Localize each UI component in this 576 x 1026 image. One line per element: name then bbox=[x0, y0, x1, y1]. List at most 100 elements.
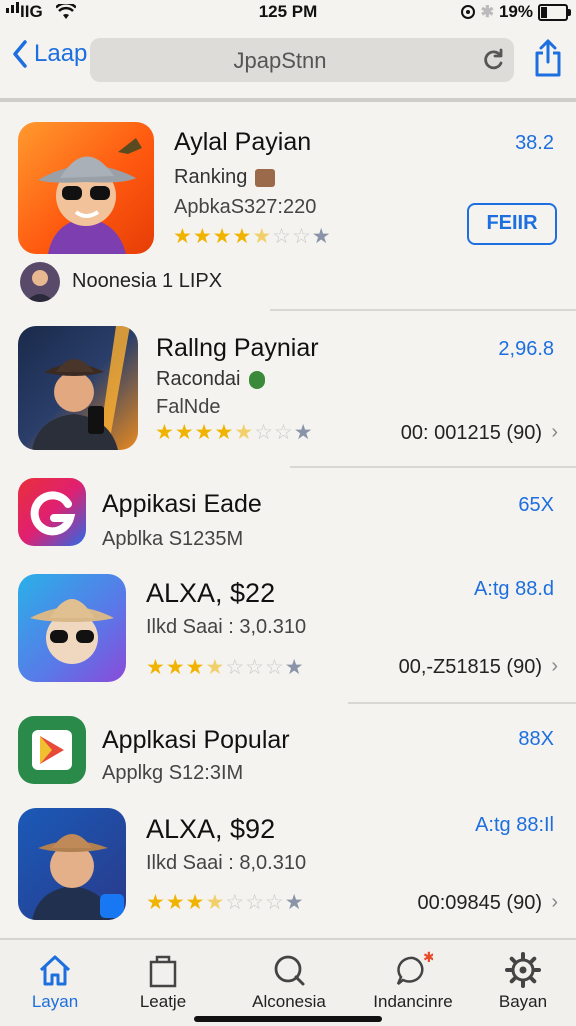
back-button[interactable]: Laap bbox=[12, 40, 87, 68]
star-icon: ★ bbox=[284, 656, 304, 679]
star-icon: ★ bbox=[192, 225, 212, 248]
chevron-right-icon[interactable]: › bbox=[551, 421, 558, 444]
chevron-left-icon bbox=[13, 40, 27, 68]
star-icon: ★ bbox=[146, 656, 165, 679]
svg-text:✱: ✱ bbox=[423, 950, 433, 966]
star-icon: ★ bbox=[293, 421, 313, 444]
tab-label: Leatje bbox=[139, 992, 187, 1011]
orientation-lock-icon bbox=[460, 5, 475, 19]
star-icon: ★ bbox=[185, 891, 205, 914]
tab-label: Layan bbox=[31, 992, 79, 1011]
section1-subtitle: Apblka S1235M bbox=[102, 528, 244, 550]
app-icon-item3[interactable] bbox=[18, 574, 126, 682]
moon-icon: ✱ bbox=[480, 4, 494, 21]
star-icon: ☆ bbox=[225, 656, 245, 679]
battery-percent: 19% bbox=[498, 2, 533, 21]
item4-title[interactable]: ALXA, $92 bbox=[146, 814, 275, 845]
leaf-icon bbox=[248, 370, 265, 389]
chat-icon: ✱ bbox=[396, 950, 433, 985]
app-icon-item2[interactable] bbox=[18, 326, 138, 450]
tab-label: Bayan bbox=[498, 992, 548, 1011]
divider bbox=[270, 309, 576, 311]
app-icon-featured[interactable] bbox=[18, 122, 154, 254]
star-icon: ☆ bbox=[264, 891, 284, 914]
star-icon: ★ bbox=[205, 891, 225, 914]
avatar[interactable] bbox=[20, 262, 60, 302]
section1-count: 65X bbox=[518, 494, 554, 516]
rating-stars: ★ ★ ★ ★ ★ ☆ ☆ ★ bbox=[173, 226, 331, 247]
featured-price: 38.2 bbox=[515, 132, 554, 154]
featured-title[interactable]: Aylal Payian bbox=[174, 128, 311, 157]
status-bar: IIG 125 PM ✱ 19% bbox=[0, 0, 576, 26]
star-icon: ☆ bbox=[273, 421, 293, 444]
address-bar[interactable]: JpapStnn bbox=[90, 38, 514, 82]
reload-icon[interactable] bbox=[480, 47, 506, 73]
section2-subtitle: Applkg S12:3IM bbox=[102, 762, 244, 784]
tab-label: Indancinre bbox=[373, 992, 453, 1011]
tab-label: Alconesia bbox=[252, 992, 326, 1011]
tab-bar: Layan Leatje Alconesia ✱ Indancinre Baya… bbox=[0, 938, 576, 1026]
get-button[interactable]: FEIIR bbox=[467, 203, 557, 245]
item2-subtitle: Racondai bbox=[156, 368, 241, 390]
star-icon: ★ bbox=[252, 225, 272, 248]
item2-price: 2,96.8 bbox=[498, 338, 554, 360]
app-icon-section1[interactable] bbox=[18, 478, 86, 546]
item4-meta: 00:09845 (90) bbox=[417, 892, 542, 914]
gift-icon bbox=[255, 168, 276, 187]
star-icon: ★ bbox=[232, 225, 252, 248]
featured-subtitle: Ranking bbox=[174, 166, 248, 188]
item2-title[interactable]: Rallng Payniar bbox=[156, 334, 319, 363]
section2-count: 88X bbox=[518, 728, 554, 750]
star-icon: ★ bbox=[212, 225, 232, 248]
nav-divider bbox=[0, 98, 576, 102]
item3-subtitle: Ilkd Saai : 3,0.310 bbox=[146, 616, 307, 638]
gear-icon bbox=[505, 952, 541, 988]
star-icon: ☆ bbox=[254, 421, 273, 444]
star-icon: ☆ bbox=[225, 891, 245, 914]
back-label: Laap bbox=[34, 40, 88, 67]
home-indicator bbox=[194, 1016, 382, 1022]
section1-title[interactable]: Appikasi Eade bbox=[102, 490, 262, 519]
star-icon: ☆ bbox=[245, 891, 264, 914]
url-text: JpapStnn bbox=[233, 48, 327, 73]
share-icon[interactable] bbox=[532, 38, 564, 78]
section2-title[interactable]: Applkasi Popular bbox=[102, 726, 290, 755]
item3-title[interactable]: ALXA, $22 bbox=[146, 578, 275, 609]
star-icon: ☆ bbox=[272, 225, 291, 248]
rating-stars: ★ ★ ★ ★ ☆ ☆ ☆ ★ bbox=[146, 892, 304, 913]
rating-stars: ★ ★ ★ ★ ★ ☆ ☆ ★ bbox=[155, 422, 313, 443]
featured-detail: ApbkaS327:220 bbox=[174, 196, 317, 218]
featured-footer: Noonesia 1 LIPX bbox=[72, 270, 223, 292]
star-icon: ★ bbox=[234, 421, 254, 444]
star-icon: ★ bbox=[146, 891, 165, 914]
star-icon: ★ bbox=[185, 656, 205, 679]
star-icon: ★ bbox=[214, 421, 234, 444]
item4-subtitle: Ilkd Saai : 8,0.310 bbox=[146, 852, 307, 874]
home-icon bbox=[39, 955, 71, 986]
item3-price: A:tg 88.d bbox=[473, 578, 554, 600]
divider bbox=[290, 466, 576, 468]
star-icon: ★ bbox=[165, 891, 185, 914]
star-icon: ★ bbox=[284, 891, 304, 914]
divider bbox=[348, 702, 576, 704]
bag-icon bbox=[149, 955, 177, 988]
search-icon bbox=[274, 955, 305, 986]
app-icon-section2[interactable] bbox=[18, 716, 86, 784]
star-icon: ☆ bbox=[245, 656, 264, 679]
star-icon: ★ bbox=[173, 225, 192, 248]
star-icon: ★ bbox=[155, 421, 174, 444]
rating-stars: ★ ★ ★ ★ ☆ ☆ ☆ ★ bbox=[146, 657, 304, 678]
star-icon: ☆ bbox=[291, 225, 311, 248]
star-icon: ☆ bbox=[264, 656, 284, 679]
item3-meta: 00,-Z51815 (90) bbox=[398, 656, 542, 678]
star-icon: ★ bbox=[165, 656, 185, 679]
star-icon: ★ bbox=[205, 656, 225, 679]
chevron-right-icon[interactable]: › bbox=[551, 655, 558, 678]
star-icon: ★ bbox=[194, 421, 214, 444]
chevron-right-icon[interactable]: › bbox=[551, 891, 558, 914]
star-icon: ★ bbox=[311, 225, 331, 248]
item2-meta: 00: 001215 (90) bbox=[400, 422, 542, 444]
item4-price: A:tg 88:Il bbox=[475, 814, 554, 836]
battery-icon bbox=[538, 3, 571, 21]
app-icon-item4[interactable] bbox=[18, 808, 126, 920]
